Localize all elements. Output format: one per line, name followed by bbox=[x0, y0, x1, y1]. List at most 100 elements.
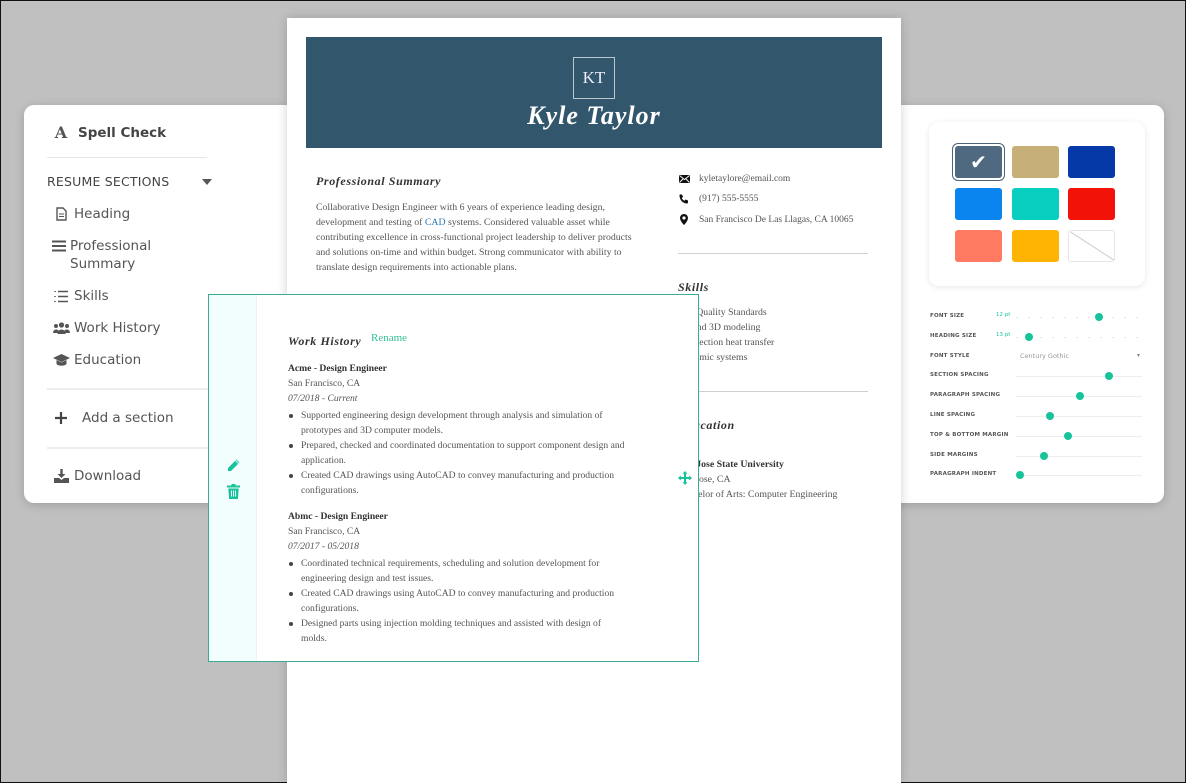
add-section-label: Add a section bbox=[82, 410, 174, 426]
map-pin-icon bbox=[678, 214, 690, 225]
setting-side-margins: SIDE MARGINS bbox=[930, 450, 1142, 464]
trash-icon[interactable] bbox=[227, 484, 240, 503]
address-text: San Francisco De Las Llagas, CA 10065 bbox=[699, 214, 854, 225]
sidebar-item-professional-summary[interactable]: Professional Summary bbox=[52, 237, 162, 273]
slider-track[interactable] bbox=[1016, 451, 1142, 460]
work-history-section-editor[interactable]: Work History Rename Acme - Design Engine… bbox=[208, 294, 699, 662]
divider bbox=[678, 391, 868, 392]
bars-icon bbox=[52, 240, 66, 252]
summary-text[interactable]: Collaborative Design Engineer with 6 yea… bbox=[316, 200, 646, 275]
spell-check-button[interactable]: A Spell Check bbox=[52, 123, 166, 142]
education-location: San Jose, CA bbox=[678, 474, 731, 485]
job-bullet: Created CAD drawings using AutoCAD to co… bbox=[288, 586, 628, 616]
resume-header-banner[interactable]: KT Kyle Taylor bbox=[306, 37, 882, 148]
setting-label: PARAGRAPH INDENT bbox=[930, 471, 997, 478]
color-swatch[interactable] bbox=[955, 230, 1002, 262]
contact-email: kyletaylore@email.com bbox=[678, 174, 790, 184]
education-year: 2015 bbox=[678, 442, 837, 457]
slider-track[interactable] bbox=[1016, 372, 1142, 381]
select-value: Century Gothic bbox=[1020, 351, 1069, 360]
candidate-name: Kyle Taylor bbox=[527, 101, 661, 130]
sidebar-item-skills[interactable]: Skills bbox=[52, 287, 109, 305]
work-history-title: Work History bbox=[288, 334, 362, 348]
chevron-down-icon: ▾ bbox=[1136, 351, 1140, 359]
users-icon bbox=[52, 322, 70, 334]
color-swatch[interactable] bbox=[1012, 230, 1059, 262]
resume-sections-toggle[interactable]: RESUME SECTIONS bbox=[47, 174, 212, 189]
color-swatch[interactable] bbox=[955, 188, 1002, 220]
plus-icon bbox=[52, 412, 70, 424]
setting-label: FONT SIZE bbox=[930, 313, 965, 319]
slider-knob[interactable] bbox=[1015, 471, 1024, 480]
job-bullets: Coordinated technical requirements, sche… bbox=[288, 556, 628, 646]
divider bbox=[47, 157, 207, 158]
setting-paragraph-indent: PARAGRAPH INDENT bbox=[930, 469, 1142, 483]
education-degree: Bachelor of Arts: Computer Engineering bbox=[678, 489, 838, 500]
setting-label: SECTION SPACING bbox=[930, 372, 989, 379]
email-text: kyletaylore@email.com bbox=[699, 174, 791, 184]
add-section-button[interactable]: Add a section bbox=[52, 410, 174, 426]
sidebar-item-label: Work History bbox=[74, 320, 161, 336]
setting-value: 12 pt bbox=[996, 312, 1011, 318]
section-toolbar-gutter bbox=[209, 295, 257, 661]
sidebar-item-label: Education bbox=[74, 352, 142, 368]
color-swatch[interactable]: ✔ bbox=[953, 144, 1004, 180]
education-block[interactable]: 2015 San Jose State University San Jose,… bbox=[678, 442, 837, 502]
slider-knob[interactable] bbox=[1105, 372, 1114, 381]
color-swatch[interactable] bbox=[1068, 188, 1115, 220]
job-role: Acme - Design Engineer bbox=[288, 363, 387, 374]
checkmark-icon: ✔ bbox=[970, 150, 987, 174]
edit-pencil-icon[interactable] bbox=[226, 458, 241, 477]
graduation-cap-icon bbox=[52, 354, 70, 366]
job-entry[interactable]: Acme - Design Engineer San Francisco, CA… bbox=[288, 361, 628, 498]
caret-down-icon bbox=[202, 178, 212, 185]
resume-sections-header: RESUME SECTIONS bbox=[47, 174, 170, 189]
phone-text: (917) 555-5555 bbox=[699, 194, 759, 204]
setting-section-spacing: SECTION SPACING bbox=[930, 370, 1142, 384]
job-role: Abmc - Design Engineer bbox=[288, 511, 388, 522]
setting-label: PARAGRAPH SPACING bbox=[930, 392, 1001, 399]
slider-knob[interactable] bbox=[1095, 313, 1104, 321]
sidebar-item-heading[interactable]: Heading bbox=[52, 205, 130, 223]
color-swatch[interactable] bbox=[1012, 188, 1059, 220]
sidebar-item-work-history[interactable]: Work History bbox=[52, 319, 161, 337]
color-swatch[interactable] bbox=[1012, 146, 1059, 178]
job-bullets: Supported engineering design development… bbox=[288, 408, 628, 498]
slider-knob[interactable] bbox=[1076, 392, 1085, 401]
rename-link[interactable]: Rename bbox=[371, 332, 407, 344]
divider bbox=[678, 253, 868, 254]
slider-track[interactable] bbox=[1016, 332, 1142, 341]
download-button[interactable]: Download bbox=[52, 468, 141, 484]
setting-label: FONT STYLE bbox=[930, 352, 970, 359]
slider-knob[interactable] bbox=[1046, 412, 1055, 420]
font-style-select[interactable]: Century Gothic ▾ bbox=[1020, 352, 1142, 360]
slider-knob[interactable] bbox=[1024, 332, 1033, 341]
download-label: Download bbox=[74, 468, 142, 484]
job-bullet: Created CAD drawings using AutoCAD to co… bbox=[288, 468, 628, 498]
setting-line-spacing: LINE SPACING bbox=[930, 410, 1142, 424]
contact-address: San Francisco De Las Llagas, CA 10065 bbox=[678, 214, 853, 225]
job-bullet: Coordinated technical requirements, sche… bbox=[288, 556, 628, 586]
color-swatch-none[interactable] bbox=[1068, 230, 1115, 262]
design-settings-panel: ✔ FONT SIZE 12 pt HEADING SIZE 13 pt FONT ST… bbox=[871, 105, 1164, 503]
list-icon bbox=[52, 290, 70, 303]
slider-track[interactable] bbox=[1016, 431, 1142, 440]
cad-link[interactable]: CAD bbox=[425, 217, 446, 228]
slider-track[interactable] bbox=[1016, 412, 1142, 420]
slider-track[interactable] bbox=[1016, 313, 1142, 321]
spell-check-icon: A bbox=[54, 123, 68, 142]
move-handle-icon[interactable] bbox=[678, 470, 692, 489]
color-swatch[interactable] bbox=[1068, 146, 1115, 178]
setting-label: TOP & BOTTOM MARGIN bbox=[930, 431, 1009, 438]
slider-track[interactable] bbox=[1016, 392, 1142, 401]
slider-knob[interactable] bbox=[1063, 431, 1072, 440]
job-entry[interactable]: Abmc - Design Engineer San Francisco, CA… bbox=[288, 509, 628, 646]
sidebar-item-education[interactable]: Education bbox=[52, 351, 141, 369]
slider-track[interactable] bbox=[1015, 471, 1142, 480]
setting-heading-size: HEADING SIZE 13 pt bbox=[930, 331, 1142, 345]
job-bullet: Prepared, checked and coordinated docume… bbox=[288, 438, 628, 468]
setting-font-style: FONT STYLE Century Gothic ▾ bbox=[930, 351, 1142, 365]
education-school: San Jose State University bbox=[678, 459, 784, 470]
slider-knob[interactable] bbox=[1039, 451, 1048, 460]
setting-label: SIDE MARGINS bbox=[930, 451, 978, 458]
